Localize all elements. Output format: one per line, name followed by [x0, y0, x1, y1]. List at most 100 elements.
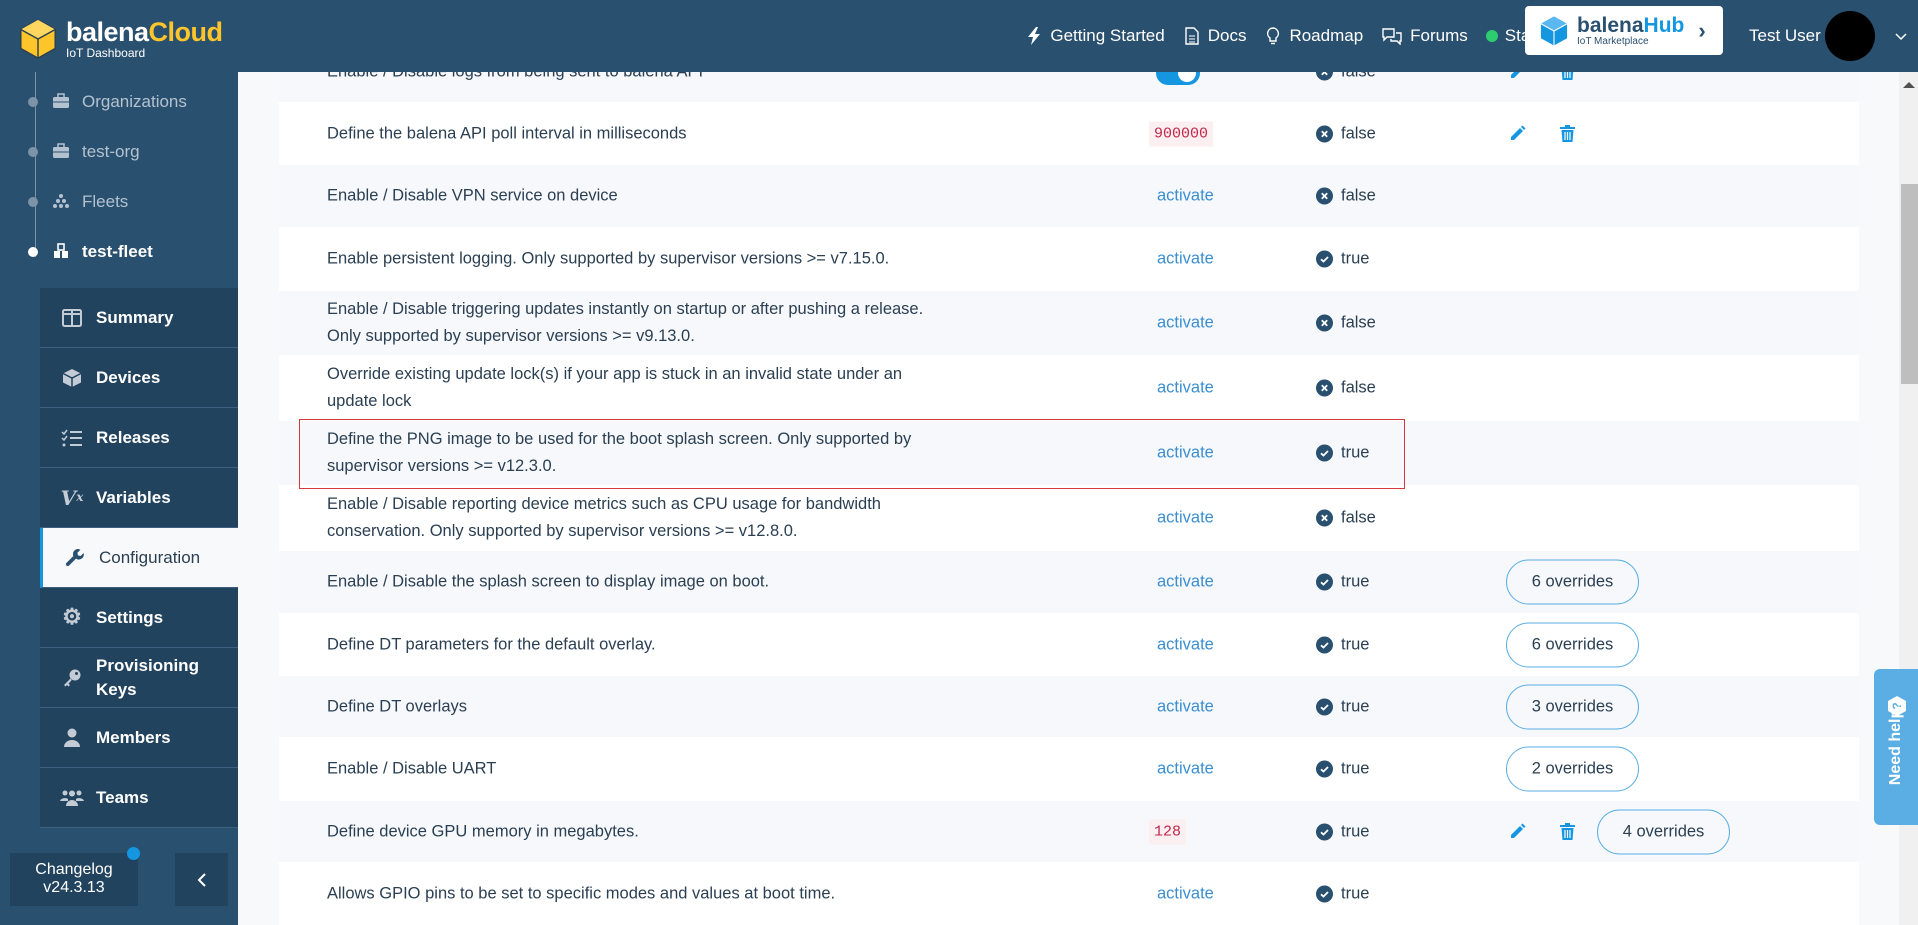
edit-button[interactable] — [1507, 124, 1527, 144]
pencil-icon — [1509, 125, 1526, 142]
default-label: true — [1341, 884, 1370, 903]
changelog-button[interactable]: Changelog v24.3.13 — [10, 847, 140, 906]
menu-label: Releases — [96, 427, 170, 447]
tree-node-dot — [28, 97, 38, 107]
config-description: Enable / Disable VPN service on device — [327, 186, 618, 205]
config-row: Enable / Disable triggering updates inst… — [279, 291, 1859, 356]
sidebar-item-variables[interactable]: Vx Variables — [40, 468, 238, 528]
delete-button[interactable] — [1557, 124, 1577, 144]
sidebar-item-teams[interactable]: Teams — [40, 768, 238, 828]
collapse-sidebar-button[interactable] — [175, 853, 228, 906]
delete-button[interactable] — [1557, 822, 1577, 842]
activate-link[interactable]: activate — [1157, 760, 1214, 779]
check-circle-icon — [1316, 444, 1341, 462]
activate-link[interactable]: activate — [1157, 379, 1214, 398]
breadcrumb-organizations[interactable]: Organizations — [28, 92, 187, 112]
chevron-right-icon: › — [1698, 17, 1706, 43]
check-circle-icon — [1316, 698, 1341, 715]
lightbulb-icon — [1264, 27, 1282, 45]
nav-label: Docs — [1207, 26, 1247, 45]
sidebar-item-settings[interactable]: ⚙ Settings — [40, 588, 238, 648]
config-row: Define the balena API poll interval in m… — [279, 103, 1859, 165]
balena-cloud-logo[interactable]: balenaCloud IoT Dashboard — [18, 18, 223, 60]
default-label: true — [1341, 822, 1370, 840]
config-row: Define DT overlays activate true 3 override… — [279, 676, 1859, 738]
balena-hub-button[interactable]: balenaHub IoT Marketplace › — [1525, 6, 1723, 55]
scroll-up-arrow[interactable] — [1903, 82, 1915, 88]
activate-link[interactable]: activate — [1157, 509, 1214, 528]
activate-link[interactable]: activate — [1157, 187, 1214, 206]
brand-subtitle: IoT Dashboard — [66, 46, 146, 60]
config-row: Enable persistent logging. Only supporte… — [279, 228, 1859, 291]
activate-link[interactable]: activate — [1157, 697, 1214, 716]
breadcrumb-fleet[interactable]: test-fleet — [28, 242, 153, 262]
fleets-icon — [52, 193, 70, 211]
need-help-tab[interactable]: ? Need help — [1874, 669, 1918, 825]
activate-link[interactable]: activate — [1157, 444, 1214, 463]
default-value: false — [1316, 124, 1376, 143]
cubes-icon — [52, 243, 70, 261]
overrides-button[interactable]: 3 overrides — [1506, 684, 1639, 729]
sidebar-item-devices[interactable]: Devices — [40, 348, 238, 408]
hub-subtitle: IoT Marketplace — [1577, 35, 1649, 47]
bolt-icon — [1025, 27, 1043, 45]
default-value: false — [1316, 314, 1376, 333]
nav-getting-started[interactable]: Getting Started — [1025, 26, 1165, 46]
user-icon — [60, 727, 84, 749]
users-icon — [60, 787, 84, 809]
gear-icon: ⚙ — [62, 604, 82, 630]
user-menu[interactable]: Test User — [1749, 0, 1907, 72]
default-label: true — [1341, 635, 1370, 653]
hub-name: balenaHub — [1577, 13, 1685, 37]
activate-link[interactable]: activate — [1157, 314, 1214, 333]
scrollbar-thumb[interactable] — [1901, 184, 1918, 384]
default-label: true — [1341, 697, 1370, 715]
activate-link[interactable]: activate — [1157, 635, 1214, 654]
sidebar-item-configuration[interactable]: Configuration — [40, 528, 238, 588]
overrides-button[interactable]: 4 overrides — [1597, 809, 1730, 854]
nav-forums[interactable]: Forums — [1381, 26, 1468, 46]
breadcrumb-fleets[interactable]: Fleets — [28, 192, 128, 212]
default-label: true — [1341, 249, 1370, 268]
default-value: true — [1316, 822, 1369, 841]
sidebar-item-members[interactable]: Members — [40, 708, 238, 768]
chevron-left-icon — [197, 872, 206, 887]
chat-icon — [1381, 27, 1403, 45]
overrides-button[interactable]: 6 overrides — [1506, 622, 1639, 667]
config-row: Enable / Disable the splash screen to di… — [279, 551, 1859, 614]
tree-node-dot — [28, 147, 38, 157]
tree-node-dot — [28, 247, 38, 257]
breadcrumb-label: Organizations — [82, 92, 187, 111]
config-description: Enable persistent logging. Only supporte… — [327, 249, 890, 268]
overrides-button[interactable]: 6 overrides — [1506, 559, 1639, 605]
sidebar-item-provisioning-keys[interactable]: Provisioning Keys — [40, 648, 238, 708]
overrides-button[interactable]: 2 overrides — [1506, 746, 1639, 792]
brand-name: balenaCloud — [66, 17, 223, 47]
briefcase-icon — [52, 93, 70, 111]
activate-link[interactable]: activate — [1157, 885, 1214, 904]
check-circle-icon — [1316, 823, 1341, 840]
config-description: Define device GPU memory in megabytes. — [327, 822, 639, 840]
default-label: false — [1341, 124, 1376, 142]
breadcrumb-org[interactable]: test-org — [28, 142, 140, 162]
nav-roadmap[interactable]: Roadmap — [1264, 26, 1363, 46]
x-circle-icon — [1316, 125, 1341, 142]
activate-link[interactable]: activate — [1157, 573, 1214, 592]
sidebar-item-releases[interactable]: Releases — [40, 408, 238, 468]
sidebar-item-summary[interactable]: Summary — [40, 288, 238, 348]
nav-docs[interactable]: Docs — [1183, 26, 1247, 46]
activate-link[interactable]: activate — [1157, 250, 1214, 269]
nav-label: Roadmap — [1289, 26, 1364, 45]
default-value: false — [1316, 509, 1376, 528]
default-label: false — [1341, 186, 1376, 205]
menu-label: Variables — [96, 487, 171, 507]
default-value: true — [1316, 885, 1369, 904]
need-help-label: Need help — [1887, 708, 1904, 786]
config-row: Allows GPIO pins to be set to specific m… — [279, 863, 1859, 925]
chevron-down-icon — [1895, 33, 1907, 41]
config-description: Enable / Disable triggering updates inst… — [327, 300, 924, 345]
wrench-icon — [63, 547, 87, 569]
cube-logo-icon — [20, 19, 56, 59]
edit-button[interactable] — [1507, 822, 1527, 842]
nav-label: Forums — [1410, 26, 1468, 45]
